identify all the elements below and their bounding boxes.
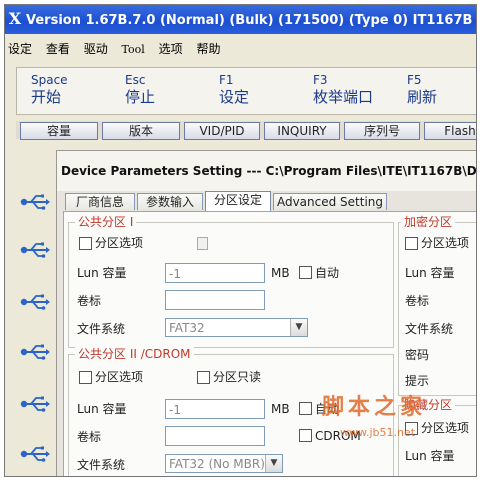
menu-tool[interactable]: Tool (122, 43, 145, 56)
file-system-select[interactable]: FAT32 ▼ (165, 318, 308, 337)
volume-input[interactable] (165, 426, 265, 446)
menu-bar: 设定 查看 驱动 Tool 选项 帮助 (4, 37, 477, 61)
volume-label: 卷标 (77, 294, 102, 308)
watermark-url: www.jb51.net (340, 426, 416, 439)
file-system-value: FAT32 (169, 321, 205, 335)
start-button[interactable]: Space 开始 (31, 73, 68, 107)
encrypted-partition-group: 加密分区 分区选项 Lun 容量 卷标 文件系统 密码 提示 (398, 214, 477, 396)
partition-option-label: 分区选项 (95, 370, 144, 384)
usb-icon (20, 344, 50, 360)
auto-checkbox[interactable] (299, 266, 312, 279)
watermark: 脚本之家 (322, 395, 427, 420)
menu-view[interactable]: 查看 (46, 42, 70, 56)
refresh-button[interactable]: F5 刷新 (407, 73, 437, 107)
hint-label: 提示 (405, 374, 430, 388)
partition-option-label: 分区选项 (95, 236, 144, 250)
lun-capacity-input[interactable]: -1 (165, 399, 265, 419)
cdrom-checkbox[interactable] (299, 429, 312, 442)
file-system-value: FAT32 (No MBR) (169, 457, 265, 471)
tab-parameter-input[interactable]: 参数输入 (137, 193, 203, 210)
volume-label: 卷标 (77, 430, 102, 444)
file-system-label: 文件系统 (77, 322, 126, 336)
lun-capacity-input[interactable]: -1 (165, 263, 265, 283)
stop-button[interactable]: Esc 停止 (125, 73, 155, 107)
password-label: 密码 (405, 348, 430, 362)
menu-driver[interactable]: 驱动 (84, 42, 108, 56)
usb-icon (20, 446, 50, 462)
menu-settings[interactable]: 设定 (8, 42, 32, 56)
file-system-label: 文件系统 (77, 458, 126, 472)
lun-capacity-label: Lun 容量 (405, 449, 455, 463)
chevron-down-icon[interactable]: ▼ (290, 319, 307, 336)
public-partition-1-group: 公共分区 I 分区选项 Lun 容量 -1 MB 自动 卷标 文件系统 FAT3… (68, 214, 394, 348)
partition-option-2-checkbox[interactable] (197, 237, 208, 250)
group-title: 公共分区 II /CDROM (75, 346, 194, 362)
partition-option-checkbox[interactable] (79, 237, 92, 250)
title-bar: X Version 1.67B.7.0 (Normal) (Bulk) (1715… (4, 4, 477, 34)
tab-advanced-setting[interactable]: Advanced Setting (273, 193, 387, 210)
settings-button[interactable]: F1 设定 (219, 73, 249, 107)
auto-label: 自动 (315, 266, 340, 280)
app-close-icon[interactable]: X (4, 4, 26, 34)
column-flash[interactable]: Flash (424, 122, 477, 140)
usb-icon (20, 242, 50, 258)
usb-icon (20, 396, 50, 412)
partition-option-checkbox[interactable] (405, 237, 418, 250)
volume-label: 卷标 (405, 294, 430, 308)
auto-checkbox[interactable] (299, 402, 312, 415)
partition-option-label: 分区选项 (421, 421, 470, 435)
dialog-title: Device Parameters Setting --- C:\Program… (61, 164, 477, 178)
lun-capacity-label: Lun 容量 (77, 266, 127, 280)
device-port-list (4, 142, 56, 477)
column-header-row: 容量 版本 VID/PID INQUIRY 序列号 Flash (16, 121, 477, 140)
enumerate-ports-button[interactable]: F3 枚举端口 (313, 73, 373, 107)
partition-option-checkbox[interactable] (79, 371, 92, 384)
partition-readonly-checkbox[interactable] (197, 371, 210, 384)
toolbar: Space 开始 Esc 停止 F1 设定 F3 枚举端口 F5 刷新 (16, 67, 477, 115)
group-title: 加密分区 (401, 214, 456, 230)
tab-partition-settings[interactable]: 分区设定 (205, 191, 271, 211)
chevron-down-icon[interactable]: ▼ (265, 455, 282, 472)
menu-help[interactable]: 帮助 (196, 42, 220, 56)
usb-icon (20, 294, 50, 310)
unit-label: MB (271, 266, 290, 280)
column-serial[interactable]: 序列号 (344, 122, 420, 140)
file-system-select[interactable]: FAT32 (No MBR) ▼ (165, 454, 283, 473)
menu-options[interactable]: 选项 (159, 42, 183, 56)
lun-capacity-label: Lun 容量 (405, 266, 455, 280)
window-title: Version 1.67B.7.0 (Normal) (Bulk) (17150… (26, 13, 477, 28)
file-system-label: 文件系统 (405, 322, 454, 336)
dialog-tabs: 厂商信息 参数输入 分区设定 Advanced Setting (57, 191, 477, 211)
app-window: X Version 1.67B.7.0 (Normal) (Bulk) (1715… (4, 4, 477, 477)
unit-label: MB (271, 402, 290, 416)
lun-capacity-label: Lun 容量 (77, 402, 127, 416)
tab-vendor-info[interactable]: 厂商信息 (65, 193, 135, 210)
group-title: 公共分区 I (75, 214, 137, 230)
column-capacity[interactable]: 容量 (20, 122, 98, 140)
dialog-title-bar: Device Parameters Setting --- C:\Program… (57, 151, 477, 191)
column-version[interactable]: 版本 (102, 122, 180, 140)
partition-readonly-label: 分区只读 (213, 370, 262, 384)
column-vid-pid[interactable]: VID/PID (184, 122, 260, 140)
partition-option-label: 分区选项 (421, 236, 470, 250)
volume-input[interactable] (165, 290, 265, 310)
column-inquiry[interactable]: INQUIRY (264, 122, 340, 140)
usb-icon (20, 194, 50, 210)
